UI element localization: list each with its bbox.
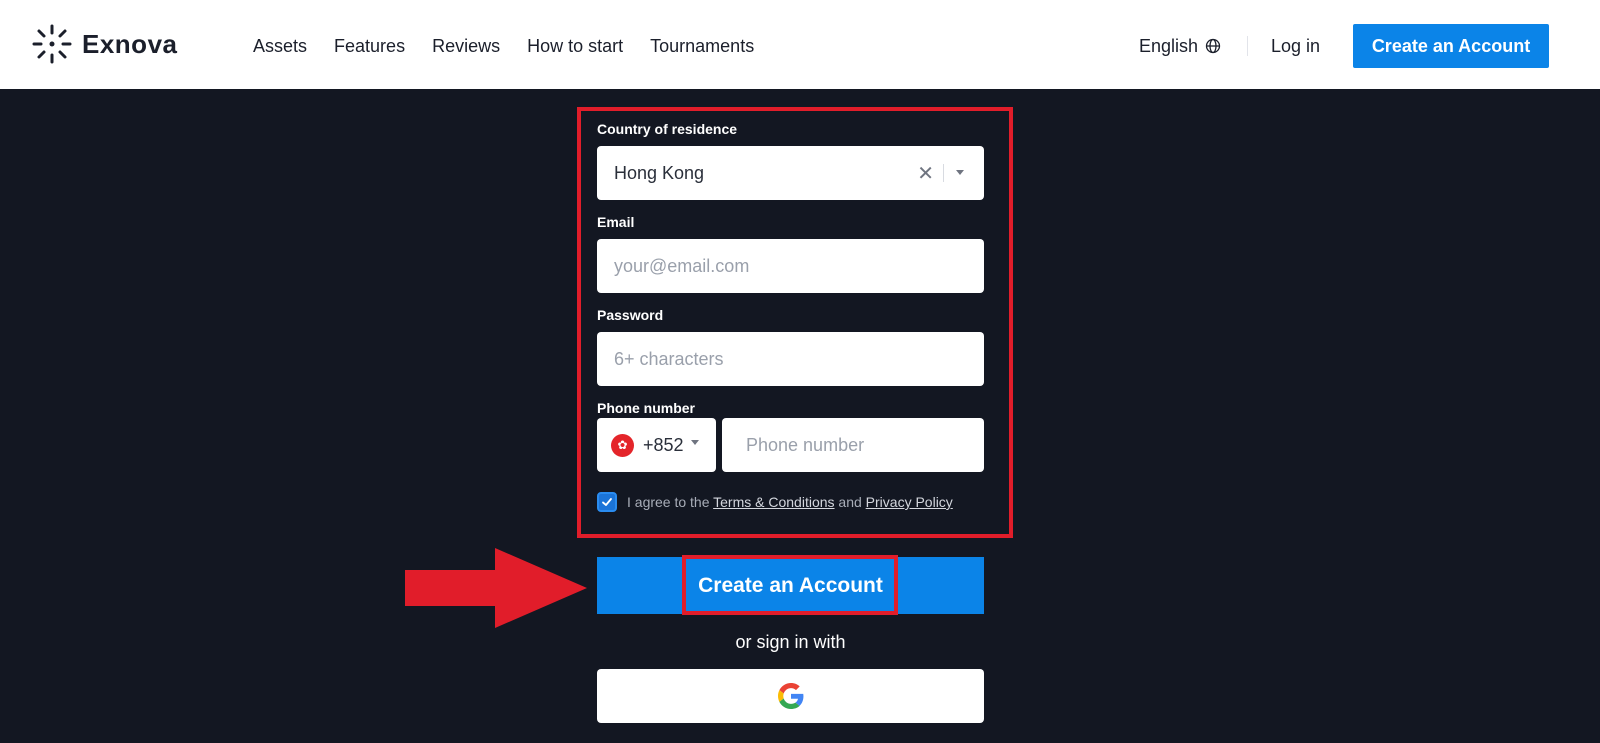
password-placeholder: 6+ characters (614, 348, 724, 369)
header-divider (1247, 36, 1248, 56)
country-label: Country of residence (597, 121, 738, 137)
nav-reviews[interactable]: Reviews (432, 34, 500, 58)
nav-features[interactable]: Features (334, 34, 405, 58)
terms-agreement: I agree to the Terms & Conditions and Pr… (597, 492, 953, 512)
chevron-down-icon[interactable] (956, 170, 964, 175)
phone-number-field[interactable]: Phone number (722, 418, 984, 472)
brand-name: Exnova (82, 28, 178, 59)
password-label: Password (597, 307, 664, 323)
google-sign-in-button[interactable] (597, 669, 984, 723)
create-account-button[interactable]: Create an Account (597, 557, 984, 614)
language-label: English (1139, 36, 1199, 56)
brand-logo[interactable]: Exnova (32, 24, 178, 64)
agree-prefix: I agree to the (627, 494, 714, 510)
country-value: Hong Kong (614, 162, 705, 183)
email-label: Email (597, 214, 635, 230)
agree-and: and (834, 494, 866, 510)
password-field[interactable]: 6+ characters (597, 332, 984, 386)
header-create-account-button[interactable]: Create an Account (1353, 24, 1549, 68)
hong-kong-flag-icon: ✿ (611, 433, 634, 457)
google-icon (777, 683, 803, 709)
phone-code-select[interactable]: ✿ +852 (597, 418, 716, 472)
nav-how-to-start[interactable]: How to start (527, 34, 623, 58)
select-divider (943, 164, 944, 182)
terms-link[interactable]: Terms & Conditions (713, 494, 834, 510)
login-link[interactable]: Log in (1271, 34, 1320, 58)
phone-label: Phone number (597, 400, 696, 416)
nav-tournaments[interactable]: Tournaments (650, 34, 754, 58)
email-field[interactable]: your@email.com (597, 239, 984, 293)
chevron-down-icon (690, 439, 699, 445)
privacy-link[interactable]: Privacy Policy (866, 494, 953, 510)
clear-icon[interactable]: ✕ (917, 161, 934, 186)
nav-assets[interactable]: Assets (253, 34, 307, 58)
agree-text: I agree to the Terms & Conditions and Pr… (627, 494, 953, 510)
or-sign-in-text: or sign in with (735, 632, 846, 652)
phone-placeholder: Phone number (746, 434, 865, 455)
email-placeholder: your@email.com (614, 255, 750, 276)
red-arrow-icon (405, 548, 587, 628)
sunburst-logo-icon (32, 24, 72, 64)
check-icon (602, 498, 612, 506)
agree-checkbox[interactable] (597, 492, 617, 512)
country-select[interactable]: Hong Kong ✕ (597, 146, 984, 200)
main-nav: Assets Features Reviews How to start Tou… (253, 34, 781, 58)
language-selector[interactable]: English (1139, 34, 1221, 58)
phone-code-value: +852 (643, 434, 684, 455)
site-header: Exnova Assets Features Reviews How to st… (0, 0, 1600, 89)
globe-icon (1205, 38, 1221, 54)
